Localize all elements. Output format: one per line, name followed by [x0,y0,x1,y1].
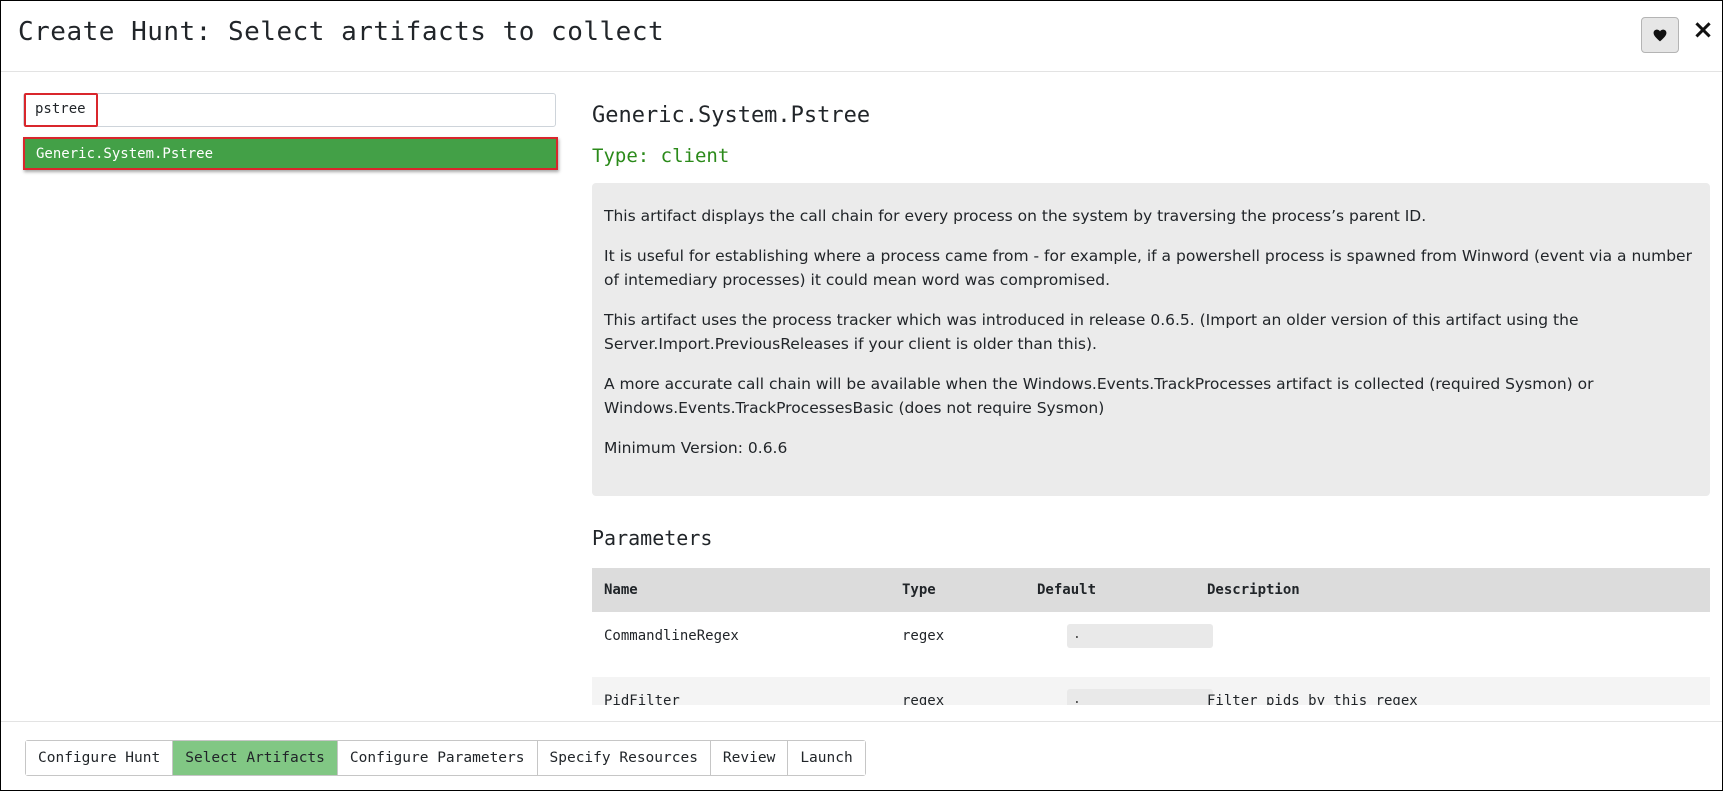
artifact-details-panel: Generic.System.Pstree Type: client This … [592,93,1710,705]
step-review[interactable]: Review [710,741,789,775]
column-header-name: Name [604,582,638,598]
column-header-description: Description [1207,582,1300,598]
param-default-field[interactable]: . [1067,624,1213,648]
step-configure-parameters[interactable]: Configure Parameters [337,741,538,775]
step-configure-hunt[interactable]: Configure Hunt [26,741,174,775]
close-button[interactable]: × [1691,15,1715,45]
param-default-field[interactable]: . [1067,689,1213,705]
param-type: regex [902,693,945,705]
search-highlight-box [24,93,98,127]
description-paragraph: Minimum Version: 0.6.6 [604,439,788,457]
step-launch[interactable]: Launch [788,741,865,775]
artifact-search-input[interactable]: pstree [23,93,556,127]
create-hunt-dialog: Create Hunt: Select artifacts to collect… [0,0,1723,791]
table-header: Name Type Default Description [592,568,1710,612]
search-result-item[interactable]: Generic.System.Pstree [23,137,558,170]
table-row: CommandlineRegex regex . [592,612,1710,662]
param-name: CommandlineRegex [604,628,739,644]
column-header-type: Type [902,582,936,598]
favorite-button[interactable] [1641,17,1679,53]
heart-icon [1653,29,1667,41]
dialog-header: Create Hunt: Select artifacts to collect… [1,1,1722,72]
wizard-steps: Configure Hunt Select Artifacts Configur… [25,740,866,776]
artifact-type: Type: client [592,145,730,167]
artifact-search-panel: pstree Generic.System.Pstree [23,93,558,170]
artifact-description: This artifact displays the call chain fo… [592,183,1710,496]
param-type: regex [902,628,945,644]
param-name: PidFilter [604,693,680,705]
parameters-heading: Parameters [592,526,713,550]
step-specify-resources[interactable]: Specify Resources [537,741,711,775]
search-result-label: Generic.System.Pstree [36,146,214,162]
description-paragraph: A more accurate call chain will be avail… [604,375,1594,417]
parameters-table: Name Type Default Description Commandlin… [592,568,1710,705]
dialog-title: Create Hunt: Select artifacts to collect [18,17,665,47]
table-row: PidFilter regex . Filter pids by this re… [592,677,1710,705]
description-paragraph: This artifact uses the process tracker w… [604,311,1579,353]
description-paragraph: It is useful for establishing where a pr… [604,247,1692,289]
description-paragraph: This artifact displays the call chain fo… [604,207,1427,225]
param-description: Filter pids by this regex [1207,693,1418,705]
artifact-name: Generic.System.Pstree [592,103,871,128]
step-select-artifacts[interactable]: Select Artifacts [173,741,338,775]
column-header-default: Default [1037,582,1097,598]
footer-divider [1,721,1722,722]
